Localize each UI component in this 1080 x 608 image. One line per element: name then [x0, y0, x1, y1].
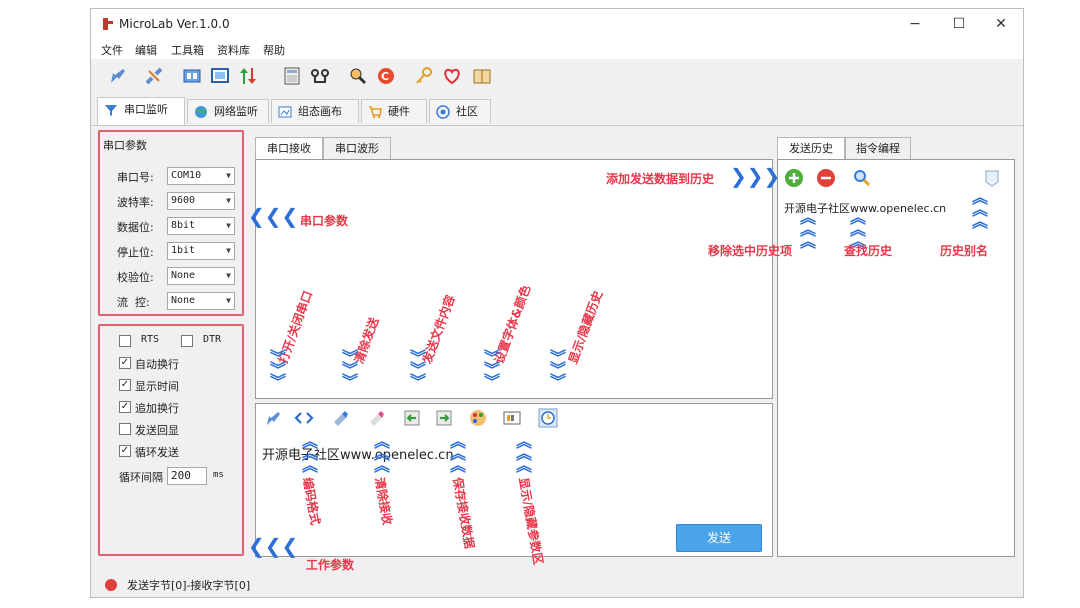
- annotation-work: 工作参数: [306, 558, 355, 572]
- maximize-button[interactable]: ☐: [941, 13, 977, 35]
- tab-network-monitor[interactable]: 网络监听: [187, 99, 269, 123]
- community-icon: [436, 105, 450, 119]
- tab-serial-monitor[interactable]: 串口监听: [97, 97, 185, 125]
- status-text: 发送字节[0]-接收字节[0]: [127, 579, 251, 592]
- annotation-find-history: 查找历史: [844, 244, 893, 258]
- tab-label: 硬件: [388, 105, 410, 118]
- monitor-icon[interactable]: [209, 65, 231, 87]
- plug-connect-icon[interactable]: [107, 65, 129, 87]
- code-brackets-icon[interactable]: [294, 408, 314, 428]
- tab-config-canvas[interactable]: 组态画布: [271, 99, 359, 123]
- menu-file[interactable]: 文件: [101, 42, 123, 58]
- add-history-icon[interactable]: [784, 168, 804, 188]
- menu-library[interactable]: 资料库: [217, 42, 250, 58]
- magnifier-chart-icon[interactable]: [347, 65, 369, 87]
- tab-community[interactable]: 社区: [429, 99, 491, 123]
- save-data-icon[interactable]: [434, 408, 454, 428]
- menu-help[interactable]: 帮助: [263, 42, 285, 58]
- svg-text:C: C: [381, 70, 389, 83]
- clock-icon[interactable]: [538, 408, 558, 428]
- arrow-font-color: ︾ ︾ ︾: [483, 348, 500, 391]
- annotation-add-history: 添加发送数据到历史: [606, 172, 715, 186]
- panel-icon[interactable]: [181, 65, 203, 87]
- canvas-icon: [278, 106, 292, 118]
- history-alias-icon[interactable]: [982, 168, 1002, 188]
- minimize-button[interactable]: −: [897, 13, 933, 35]
- arrow-open-close: ︾ ︾ ︾: [269, 348, 286, 391]
- arrow-work: ❮❮❮: [248, 534, 299, 558]
- send-button[interactable]: 发送: [676, 524, 762, 552]
- arrow-clear-receive: ︽ ︽ ︽: [373, 432, 390, 475]
- menu-edit[interactable]: 编辑: [135, 42, 157, 58]
- arrow-encoding: ︽ ︽ ︽: [301, 432, 318, 475]
- send-area[interactable]: 开源电子社区www.openelec.cn 发送: [255, 403, 773, 557]
- key-icon[interactable]: [413, 65, 435, 87]
- remove-history-icon[interactable]: [816, 168, 836, 188]
- palette-icon[interactable]: [468, 408, 488, 428]
- arrow-save-receive: ︽ ︽ ︽: [449, 432, 466, 475]
- funnel-icon: [105, 105, 117, 116]
- node-graph-icon[interactable]: [309, 65, 331, 87]
- book-icon[interactable]: [471, 65, 493, 87]
- arrow-remove-history: ︽ ︽ ︽: [799, 208, 816, 251]
- close-button[interactable]: ✕: [983, 13, 1019, 35]
- tab-label: 串口监听: [124, 103, 168, 116]
- eraser-send-icon[interactable]: [330, 408, 350, 428]
- toolbar: C: [91, 59, 1023, 96]
- tab-label: 网络监听: [214, 105, 258, 118]
- plug-disconnect-icon[interactable]: [143, 65, 165, 87]
- arrow-clear-send: ︾ ︾ ︾: [341, 348, 358, 391]
- tab-send-history[interactable]: 发送历史: [777, 137, 845, 159]
- title-bar: MicroLab Ver.1.0.0 − ☐ ✕: [91, 9, 1023, 39]
- work-params-highlight: [98, 324, 244, 556]
- c-lang-icon[interactable]: C: [375, 65, 397, 87]
- window-title: MicroLab Ver.1.0.0: [119, 17, 230, 31]
- annotation-remove-history: 移除选中历史项: [708, 244, 793, 258]
- tab-serial-wave[interactable]: 串口波形: [323, 137, 391, 159]
- main-tab-bar: 串口监听 网络监听 组态画布 硬件 社区: [91, 95, 1023, 126]
- search-history-icon[interactable]: [852, 168, 872, 188]
- serial-params-highlight: [98, 130, 244, 316]
- tab-hardware[interactable]: 硬件: [361, 99, 427, 123]
- arrow-toggle-params: ︽ ︽ ︽: [515, 432, 532, 475]
- tab-label: 社区: [456, 105, 478, 118]
- eraser-receive-icon[interactable]: [366, 408, 386, 428]
- arrow-serial: ❮❮❮: [248, 204, 299, 228]
- annotation-serial: 串口参数: [300, 214, 349, 228]
- plug-icon[interactable]: [264, 408, 284, 428]
- menu-bar: 文件 编辑 工具箱 资料库 帮助: [91, 39, 1023, 59]
- menu-toolbox[interactable]: 工具箱: [171, 42, 204, 58]
- send-text[interactable]: 开源电子社区www.openelec.cn: [262, 444, 454, 463]
- updown-arrows-icon[interactable]: [237, 65, 259, 87]
- send-file-icon[interactable]: [402, 408, 422, 428]
- arrow-alias-history: ︽ ︽ ︽: [971, 188, 988, 231]
- annotation-alias-history: 历史别名: [940, 244, 989, 258]
- cart-icon: [369, 106, 382, 119]
- tab-serial-receive[interactable]: 串口接收: [255, 137, 323, 159]
- heart-icon[interactable]: [441, 65, 463, 87]
- receive-area[interactable]: [255, 159, 773, 399]
- arrow-add-history: ❯❯❯: [730, 164, 781, 188]
- app-logo-icon: [103, 18, 113, 30]
- tab-command-program[interactable]: 指令编程: [845, 137, 911, 159]
- params-toggle-icon[interactable]: [502, 408, 522, 428]
- tab-label: 组态画布: [298, 105, 342, 118]
- arrow-toggle-history: ︾ ︾ ︾: [549, 348, 566, 391]
- globe-icon: [195, 106, 207, 118]
- arrow-send-file: ︾ ︾ ︾: [409, 348, 426, 391]
- connection-status-icon: [105, 579, 117, 591]
- calculator-icon[interactable]: [281, 65, 303, 87]
